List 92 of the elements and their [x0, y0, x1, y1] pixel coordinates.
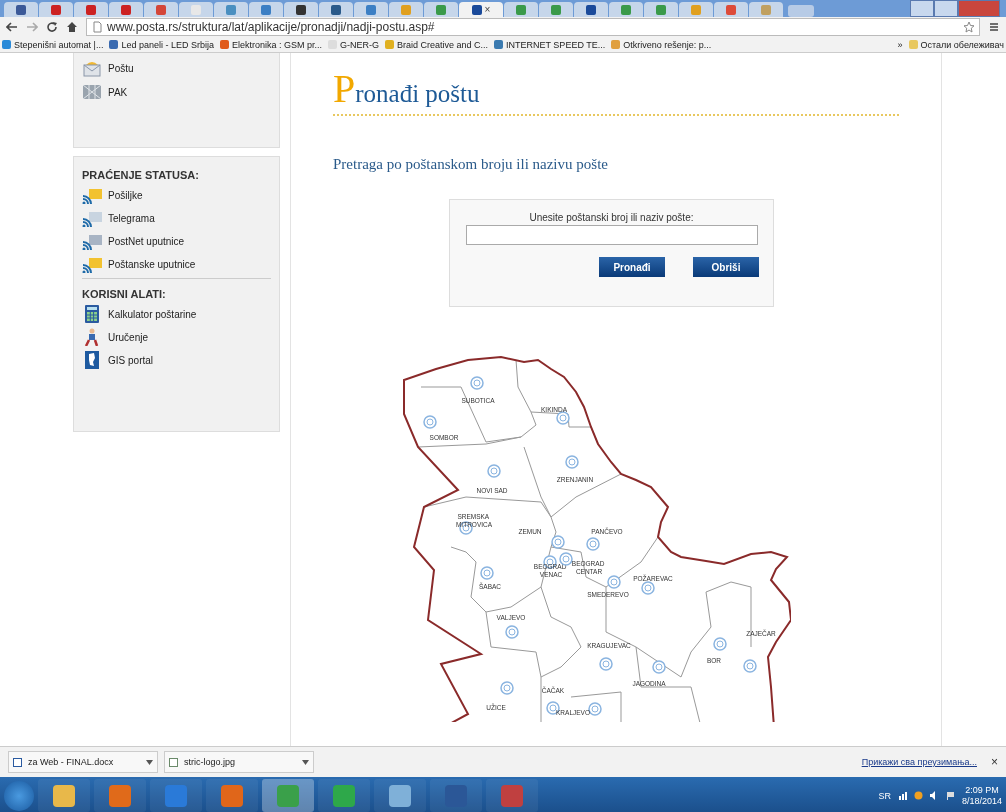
more-bookmarks-button[interactable]: »	[897, 39, 903, 50]
browser-tab[interactable]	[39, 2, 73, 17]
tracking-icon	[82, 232, 102, 250]
sidebar-link[interactable]: Uručenje	[82, 328, 271, 346]
browser-tab[interactable]	[574, 2, 608, 17]
maximize-button[interactable]	[934, 0, 958, 17]
taskbar-app[interactable]	[38, 779, 90, 812]
city-marker[interactable]	[487, 464, 501, 478]
sidebar-link[interactable]: PostNet uputnice	[82, 232, 271, 250]
city-marker[interactable]	[588, 702, 602, 716]
taskbar-app[interactable]	[94, 779, 146, 812]
city-marker[interactable]	[652, 660, 666, 674]
taskbar-app[interactable]	[150, 779, 202, 812]
section-heading: KORISNI ALATI:	[82, 288, 167, 300]
browser-tab[interactable]	[74, 2, 108, 17]
browser-tab[interactable]	[319, 2, 353, 17]
city-marker[interactable]	[480, 566, 494, 580]
city-marker[interactable]	[743, 659, 757, 673]
update-icon[interactable]	[913, 791, 923, 800]
sidebar-link[interactable]: Pošiljke	[82, 186, 271, 204]
section-subtitle: Pretraga po poštanskom broju ili nazivu pošte	[333, 156, 608, 173]
tracking-icon	[82, 186, 102, 204]
download-item[interactable]: stric-logo.jpg	[164, 751, 314, 773]
menu-icon[interactable]	[988, 21, 1000, 33]
sidebar-link[interactable]: Telegrama	[82, 209, 271, 227]
reload-icon[interactable]	[46, 21, 58, 33]
field-label: Unesite poštanski broj ili naziv pošte:	[529, 212, 694, 223]
sidebar-link[interactable]: Kalkulator poštarine	[82, 305, 271, 323]
sidebar-link[interactable]: Poštu	[82, 59, 271, 77]
star-icon[interactable]	[963, 21, 975, 33]
bookmark[interactable]: Stepenišni automat |...	[2, 39, 104, 50]
bookmark[interactable]: G-NER-G	[328, 39, 379, 50]
envelope-icon	[82, 59, 102, 77]
city-marker[interactable]	[713, 637, 727, 651]
calculator-icon	[82, 305, 102, 323]
start-button[interactable]	[4, 780, 34, 811]
taskbar-app[interactable]	[318, 779, 370, 812]
city-marker[interactable]	[423, 415, 437, 429]
bookmark[interactable]: Elektronika : GSM pr...	[219, 39, 322, 50]
sidebar-link[interactable]: GIS portal	[82, 351, 271, 369]
language-indicator[interactable]: SR	[878, 790, 891, 801]
parcel-icon	[82, 83, 102, 101]
minimize-button[interactable]	[910, 0, 934, 17]
tab-close-button[interactable]: ×	[484, 4, 491, 15]
forward-icon[interactable]	[26, 21, 38, 33]
tracking-icon	[82, 255, 102, 273]
show-all-downloads-link[interactable]: Прикажи сва преузимања...	[861, 757, 977, 767]
close-download-bar-button[interactable]: ×	[991, 755, 998, 769]
city-marker[interactable]	[500, 681, 514, 695]
network-icon[interactable]	[897, 791, 907, 800]
new-tab-button[interactable]	[788, 5, 814, 17]
city-marker[interactable]	[505, 625, 519, 639]
city-marker[interactable]	[599, 657, 613, 671]
tracking-icon	[82, 209, 102, 227]
map-icon	[82, 351, 102, 369]
bookmark[interactable]: Led paneli - LED Srbija	[109, 39, 214, 50]
city-marker[interactable]	[641, 581, 655, 595]
clock[interactable]: 2:09 PM 8/18/2014	[961, 784, 1002, 807]
taskbar-app[interactable]	[374, 779, 426, 812]
city-marker[interactable]	[565, 455, 579, 469]
document-icon	[13, 757, 22, 767]
bookmark[interactable]: Otkriveno rešenje: p...	[611, 39, 712, 50]
browser-tab[interactable]	[284, 2, 318, 17]
search-field[interactable]	[465, 225, 758, 245]
sidebar-link[interactable]: Poštanske uputnice	[82, 255, 271, 273]
download-item[interactable]: za Web - FINAL.docx	[8, 751, 158, 773]
other-bookmarks-folder[interactable]: Остали обележивач	[908, 39, 1004, 50]
city-marker[interactable]	[607, 575, 621, 589]
image-icon	[169, 757, 178, 767]
flag-icon[interactable]	[945, 791, 955, 800]
caret-icon[interactable]	[302, 759, 309, 765]
city-marker[interactable]	[470, 376, 484, 390]
city-marker[interactable]	[559, 552, 573, 566]
sidebar-link[interactable]: PAK	[82, 83, 271, 101]
browser-tab[interactable]	[4, 2, 38, 17]
bookmark[interactable]: Braid Creative and C...	[385, 39, 489, 50]
city-marker[interactable]	[551, 535, 565, 549]
back-icon[interactable]	[6, 21, 18, 33]
section-heading: PRAĆENJE STATUSA:	[82, 169, 200, 181]
page-title: Pronađi poštu	[333, 65, 480, 112]
search-button[interactable]: Pronađi	[599, 257, 665, 277]
home-icon[interactable]	[66, 21, 78, 33]
city-marker[interactable]	[586, 537, 600, 551]
page-icon	[91, 21, 103, 33]
browser-tab[interactable]	[109, 2, 143, 17]
city-marker[interactable]	[556, 411, 570, 425]
caret-icon[interactable]	[146, 759, 153, 765]
taskbar-app[interactable]	[206, 779, 258, 812]
browser-tab[interactable]: ×	[459, 2, 503, 17]
bookmark[interactable]: INTERNET SPEED TE...	[494, 39, 606, 50]
address-bar[interactable]: www.posta.rs/struktura/lat/aplikacije/pronadji/nadji-postu.asp#	[86, 18, 980, 36]
clear-button[interactable]: Obriši	[693, 257, 759, 277]
